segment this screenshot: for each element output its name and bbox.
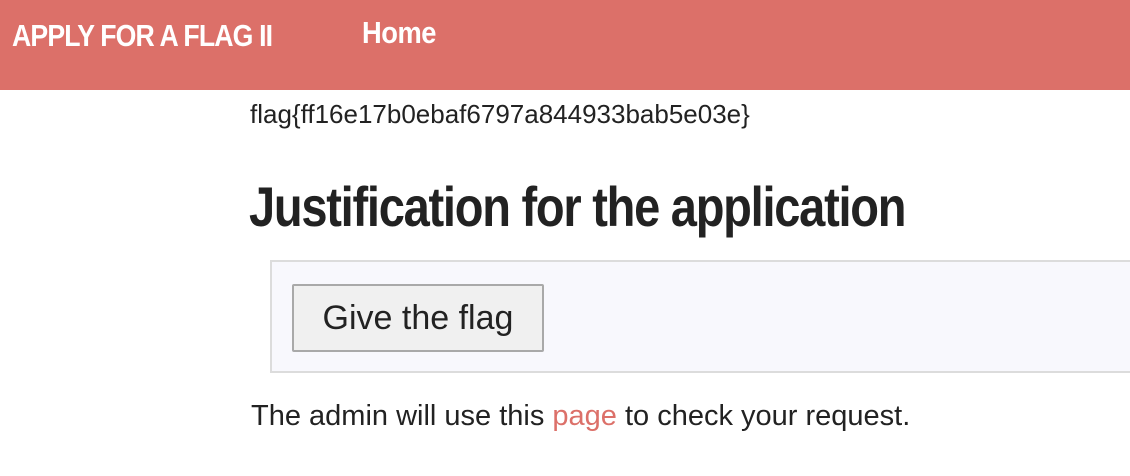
- navbar: APPLY FOR A FLAG II Home: [0, 0, 1130, 90]
- admin-note-suffix: to check your request.: [616, 400, 911, 432]
- page-title: Justification for the application: [249, 175, 906, 238]
- admin-page-link[interactable]: page: [552, 400, 617, 432]
- justification-form: Give the flag: [270, 260, 1130, 373]
- admin-note-prefix: The admin will use this: [251, 400, 553, 432]
- flag-value: flag{ff16e17b0ebaf6797a844933bab5e03e}: [250, 99, 750, 129]
- brand-link[interactable]: APPLY FOR A FLAG II: [12, 18, 273, 54]
- admin-note: The admin will use this page to check yo…: [251, 400, 910, 433]
- give-flag-button[interactable]: Give the flag: [292, 284, 544, 352]
- nav-home-link[interactable]: Home: [362, 15, 436, 51]
